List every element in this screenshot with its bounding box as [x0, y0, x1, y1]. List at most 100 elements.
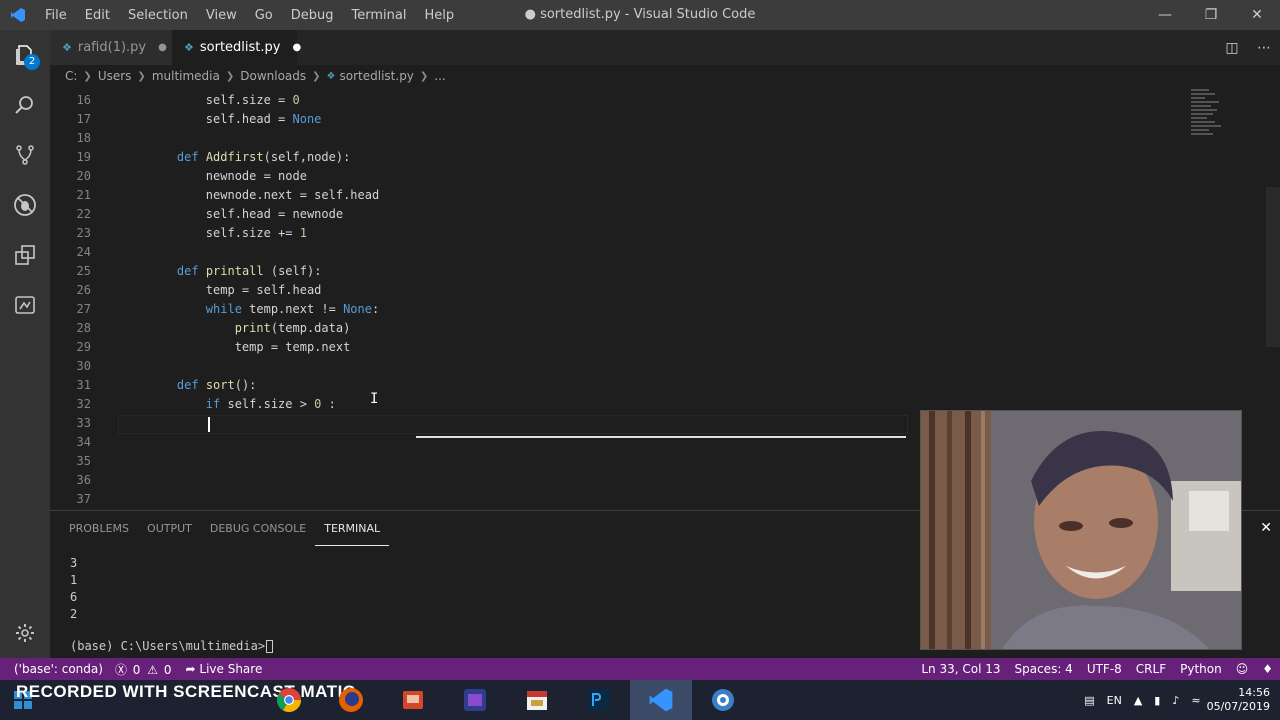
unsaved-dot-icon[interactable]: ● [292, 42, 301, 53]
network-icon[interactable]: ▤ [1078, 694, 1100, 707]
line-number: 24 [76, 245, 91, 259]
extensions-button[interactable] [0, 230, 50, 280]
breadcrumb-item[interactable]: Users [98, 69, 132, 83]
tab-rafid[interactable]: ❖ rafid(1).py ● [50, 30, 172, 65]
menu-file[interactable]: File [36, 8, 76, 23]
taskbar-apps [258, 680, 754, 720]
wifi-icon[interactable]: ≈ [1185, 694, 1206, 707]
battery-icon[interactable]: ▮ [1148, 694, 1166, 707]
code-line: 18 [50, 129, 1150, 148]
language-indicator[interactable]: EN [1101, 694, 1128, 707]
breadcrumb-item[interactable]: sortedlist.py [340, 69, 414, 83]
restore-icon[interactable]: ❐ [1188, 0, 1234, 30]
menu-terminal[interactable]: Terminal [343, 8, 416, 23]
code-line: 25 def printall (self): [50, 262, 1150, 281]
firefox-app[interactable] [320, 680, 382, 720]
tab-terminal[interactable]: TERMINAL [315, 511, 390, 546]
line-number: 19 [76, 150, 91, 164]
calendar-icon [527, 691, 547, 710]
bell-icon[interactable]: ♦ [1255, 662, 1280, 676]
manage-button[interactable] [0, 608, 50, 658]
code-line: 22 self.head = newnode [50, 205, 1150, 224]
screencast-app[interactable] [692, 680, 754, 720]
code-line: 30 [50, 357, 1150, 376]
line-number: 23 [76, 226, 91, 240]
line-number: 34 [76, 435, 91, 449]
breadcrumb-item[interactable]: C: [65, 69, 77, 83]
line-number: 18 [76, 131, 91, 145]
firefox-icon [339, 688, 363, 712]
menu-debug[interactable]: Debug [282, 8, 343, 23]
search-button[interactable] [0, 80, 50, 130]
vscode-app[interactable] [630, 680, 692, 720]
tab-problems[interactable]: PROBLEMS [60, 511, 138, 546]
remote-button[interactable] [0, 280, 50, 330]
menu-help[interactable]: Help [415, 8, 463, 23]
line-number: 28 [76, 321, 91, 335]
indentation[interactable]: Spaces: 4 [1008, 662, 1080, 676]
language-mode[interactable]: Python [1173, 662, 1229, 676]
volume-icon[interactable]: ♪ [1166, 694, 1185, 707]
chevron-up-icon[interactable]: ▲ [1128, 694, 1148, 707]
terminal-prompt[interactable]: (base) C:\Users\multimedia> [70, 639, 274, 653]
python-env[interactable]: ('base': conda) [0, 662, 109, 676]
split-editor-icon[interactable]: ◫ [1216, 40, 1248, 56]
code-line: 23 self.size += 1 [50, 224, 1150, 243]
close-panel-icon[interactable]: ✕ [1260, 520, 1272, 536]
cursor-position[interactable]: Ln 33, Col 13 [914, 662, 1007, 676]
terminal-output[interactable]: 3 1 6 2 [70, 555, 77, 623]
problems-indicator[interactable]: Ⓧ 0 ⚠ 0 [109, 661, 180, 678]
python-file-icon: ❖ [184, 41, 194, 54]
clock[interactable]: 14:56 05/07/2019 [1207, 686, 1280, 714]
search-icon [15, 96, 33, 114]
python-file-icon: ❖ [62, 41, 72, 54]
more-actions-icon[interactable]: ⋯ [1248, 40, 1280, 56]
unsaved-dot-icon[interactable]: ● [158, 42, 167, 53]
tab-sortedlist[interactable]: ❖ sortedlist.py ● [172, 30, 301, 65]
menu-view[interactable]: View [197, 8, 246, 23]
chevron-right-icon: ❯ [419, 70, 429, 82]
live-share-label: Live Share [199, 662, 263, 676]
smiley-icon[interactable]: ☺ [1229, 662, 1256, 676]
tab-label: sortedlist.py [199, 40, 281, 55]
explorer-button[interactable]: 2 [0, 30, 50, 80]
source-control-button[interactable] [0, 130, 50, 180]
menu-go[interactable]: Go [246, 8, 282, 23]
presentation-icon [403, 691, 423, 709]
editor-scrollbar[interactable] [1266, 87, 1280, 510]
remote-icon [15, 296, 35, 314]
code-text: self.size = 0 [148, 93, 300, 107]
minimap[interactable] [1185, 87, 1225, 157]
close-icon[interactable]: ✕ [1234, 0, 1280, 30]
breadcrumb-item[interactable]: ... [434, 69, 445, 83]
minimize-icon[interactable]: — [1142, 0, 1188, 30]
encoding[interactable]: UTF-8 [1080, 662, 1129, 676]
line-number: 26 [76, 283, 91, 297]
media-player-icon [464, 689, 486, 711]
menu-selection[interactable]: Selection [119, 8, 197, 23]
code-line: 19 def Addfirst(self,node): [50, 148, 1150, 167]
files-app[interactable] [382, 680, 444, 720]
breadcrumb-item[interactable]: Downloads [240, 69, 306, 83]
breadcrumb-item[interactable]: multimedia [152, 69, 220, 83]
photoshop-app[interactable] [568, 680, 630, 720]
status-bar: ('base': conda) Ⓧ 0 ⚠ 0 ➦ Live Share Ln … [0, 658, 1280, 680]
vscode-logo-icon [0, 0, 36, 30]
chrome-app[interactable] [258, 680, 320, 720]
menu-edit[interactable]: Edit [76, 8, 119, 23]
line-number: 30 [76, 359, 91, 373]
tab-debug-console[interactable]: DEBUG CONSOLE [201, 511, 315, 546]
code-line: 29 temp = temp.next [50, 338, 1150, 357]
chevron-right-icon: ❯ [312, 70, 321, 82]
live-share-button[interactable]: ➦ Live Share [180, 662, 269, 676]
scrollbar-thumb[interactable] [1266, 187, 1280, 347]
debug-button[interactable] [0, 180, 50, 230]
chevron-right-icon: ❯ [225, 70, 235, 82]
line-number: 17 [76, 112, 91, 126]
calendar-app[interactable] [506, 680, 568, 720]
clock-date: 05/07/2019 [1206, 700, 1270, 713]
tab-output[interactable]: OUTPUT [138, 511, 201, 546]
code-text: def printall (self): [176, 264, 322, 278]
media-player-app[interactable] [444, 680, 506, 720]
line-ending[interactable]: CRLF [1129, 662, 1173, 676]
